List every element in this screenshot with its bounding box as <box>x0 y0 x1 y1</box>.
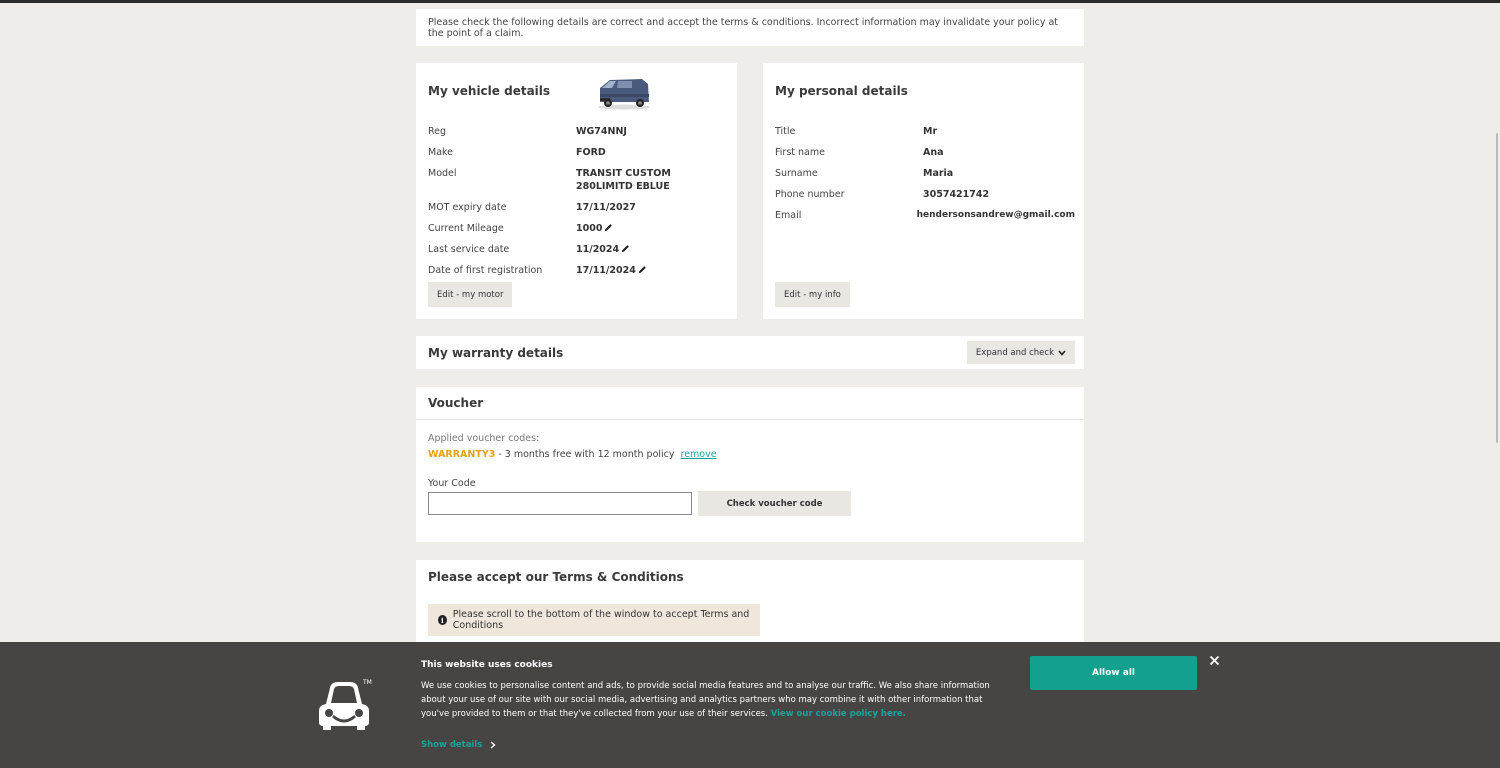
row-label: MOT expiry date <box>428 202 507 213</box>
voucher-title: Voucher <box>428 396 484 410</box>
close-icon[interactable] <box>1209 655 1220 666</box>
personal-details-list: Title Mr First name Ana Surname Maria Ph… <box>775 125 1075 230</box>
show-details-link[interactable]: Show details <box>421 740 496 750</box>
vehicle-row-registration: Date of first registration 17/11/2024 <box>428 264 728 277</box>
info-icon: i <box>438 615 447 625</box>
personal-row-phone: Phone number 3057421742 <box>775 188 1075 201</box>
row-label: Current Mileage <box>428 223 504 234</box>
row-label: Surname <box>775 168 818 179</box>
personal-details-card: My personal details Title Mr First name … <box>763 63 1084 319</box>
voucher-description: - 3 months free with 12 month policy <box>495 449 675 460</box>
voucher-code-input[interactable] <box>428 492 692 515</box>
row-label: Last service date <box>428 244 510 255</box>
row-value: TRANSIT CUSTOM 280LIMITD EBLUE <box>576 168 671 192</box>
edit-info-button[interactable]: Edit - my info <box>775 282 850 307</box>
row-value-wrap: 1000 <box>576 222 728 235</box>
cookie-text-block: We use cookies to personalise content an… <box>421 679 1006 721</box>
row-value: WG74NNJ <box>576 126 627 137</box>
row-value-wrap: 17/11/2024 <box>576 264 728 277</box>
pencil-icon[interactable] <box>604 223 613 232</box>
warranty-details-title: My warranty details <box>428 346 564 360</box>
vehicle-row-reg: Reg WG74NNJ <box>428 125 728 138</box>
voucher-code: WARRANTY3 <box>428 449 496 460</box>
details-notice: Please check the following details are c… <box>416 9 1084 46</box>
row-value: 17/11/2027 <box>576 202 636 213</box>
vehicle-row-model: Model TRANSIT CUSTOM 280LIMITD EBLUE <box>428 167 728 193</box>
personal-row-surname: Surname Maria <box>775 167 1075 180</box>
notice-text: Please check the following details are c… <box>428 16 1059 39</box>
your-code-label: Your Code <box>428 478 476 489</box>
row-label: Reg <box>428 126 447 137</box>
vehicle-row-mot: MOT expiry date 17/11/2027 <box>428 201 728 214</box>
vehicle-row-make: Make FORD <box>428 146 728 159</box>
row-value: FORD <box>576 147 606 158</box>
expand-button-label: Expand and check <box>975 347 1054 358</box>
row-label: Phone number <box>775 189 845 200</box>
cookie-policy-link[interactable]: View our cookie policy here. <box>771 709 906 719</box>
vehicle-row-service: Last service date 11/2024 <box>428 243 728 256</box>
edit-motor-button[interactable]: Edit - my motor <box>428 282 513 307</box>
row-label: First name <box>775 147 825 158</box>
car-logo-icon: TM <box>319 679 372 730</box>
cookie-title: This website uses cookies <box>421 660 553 670</box>
row-value: Maria <box>923 168 954 179</box>
trademark-mark: TM <box>362 679 372 686</box>
vehicle-details-card: My vehicle details Reg WG74NNJ Make FORD… <box>416 63 737 319</box>
vehicle-details-list: Reg WG74NNJ Make FORD Model TRANSIT CUST… <box>428 125 728 285</box>
row-value-wrap: 11/2024 <box>576 243 728 256</box>
applied-voucher: WARRANTY3 - 3 months free with 12 month … <box>428 449 717 460</box>
top-bar <box>0 0 1500 3</box>
row-value: 1000 <box>576 223 603 234</box>
check-voucher-button[interactable]: Check voucher code <box>698 491 851 516</box>
row-label: Email <box>775 210 802 221</box>
row-label: Date of first registration <box>428 265 543 276</box>
row-value: hendersonsandrew@gmail.com <box>916 210 1075 220</box>
personal-row-email: Email hendersonsandrew@gmail.com <box>775 209 1075 222</box>
show-details-label: Show details <box>421 740 483 750</box>
terms-title: Please accept our Terms & Conditions <box>428 570 684 584</box>
row-value: 11/2024 <box>576 244 620 255</box>
pencil-icon[interactable] <box>638 265 647 274</box>
personal-row-first-name: First name Ana <box>775 146 1075 159</box>
row-value: Ana <box>923 147 944 158</box>
applied-vouchers-label: Applied voucher codes: <box>428 433 540 444</box>
terms-alert-text: Please scroll to the bottom of the windo… <box>452 609 750 631</box>
terms-card: Please accept our Terms & Conditions i P… <box>416 560 1084 650</box>
vehicle-row-mileage: Current Mileage 1000 <box>428 222 728 235</box>
personal-details-title: My personal details <box>775 84 908 98</box>
van-image <box>598 79 650 110</box>
voucher-card: Voucher Applied voucher codes: WARRANTY3… <box>416 387 1084 542</box>
row-value: 17/11/2024 <box>576 265 636 276</box>
row-label: Title <box>775 126 796 137</box>
terms-alert: i Please scroll to the bottom of the win… <box>428 604 760 636</box>
row-label: Make <box>428 147 454 158</box>
scrollbar[interactable] <box>1496 133 1498 443</box>
expand-and-check-button[interactable]: Expand and check <box>966 341 1075 364</box>
row-value: 3057421742 <box>923 189 990 200</box>
personal-row-title: Title Mr <box>775 125 1075 138</box>
allow-all-button[interactable]: Allow all <box>1030 656 1197 690</box>
pencil-icon[interactable] <box>621 244 630 253</box>
vehicle-details-title: My vehicle details <box>428 84 551 98</box>
remove-voucher-link[interactable]: remove <box>681 449 717 460</box>
row-value: Mr <box>923 126 938 137</box>
chevron-right-icon <box>490 741 496 749</box>
warranty-details-card: My warranty details Expand and check <box>416 336 1084 369</box>
voucher-header: Voucher <box>416 387 1084 420</box>
chevron-down-icon <box>1058 349 1066 356</box>
row-label: Model <box>428 168 457 179</box>
